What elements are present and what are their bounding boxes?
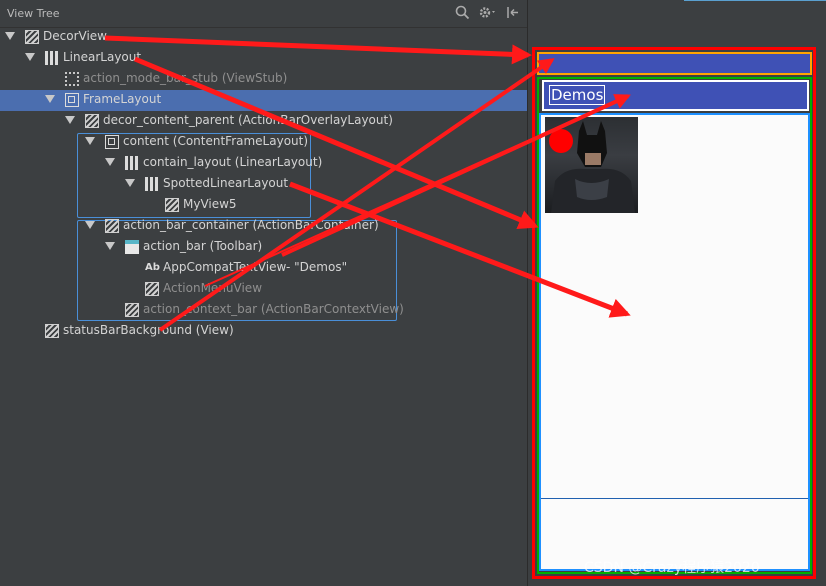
annotation-arrow [204,119,575,287]
annotation-arrow [158,58,555,332]
watermark: CSDN @Crazy程序猿2020 [584,560,760,576]
annotation-arrow [104,35,532,65]
annotation-arrows [104,35,631,332]
annotation-arrow [281,94,631,257]
